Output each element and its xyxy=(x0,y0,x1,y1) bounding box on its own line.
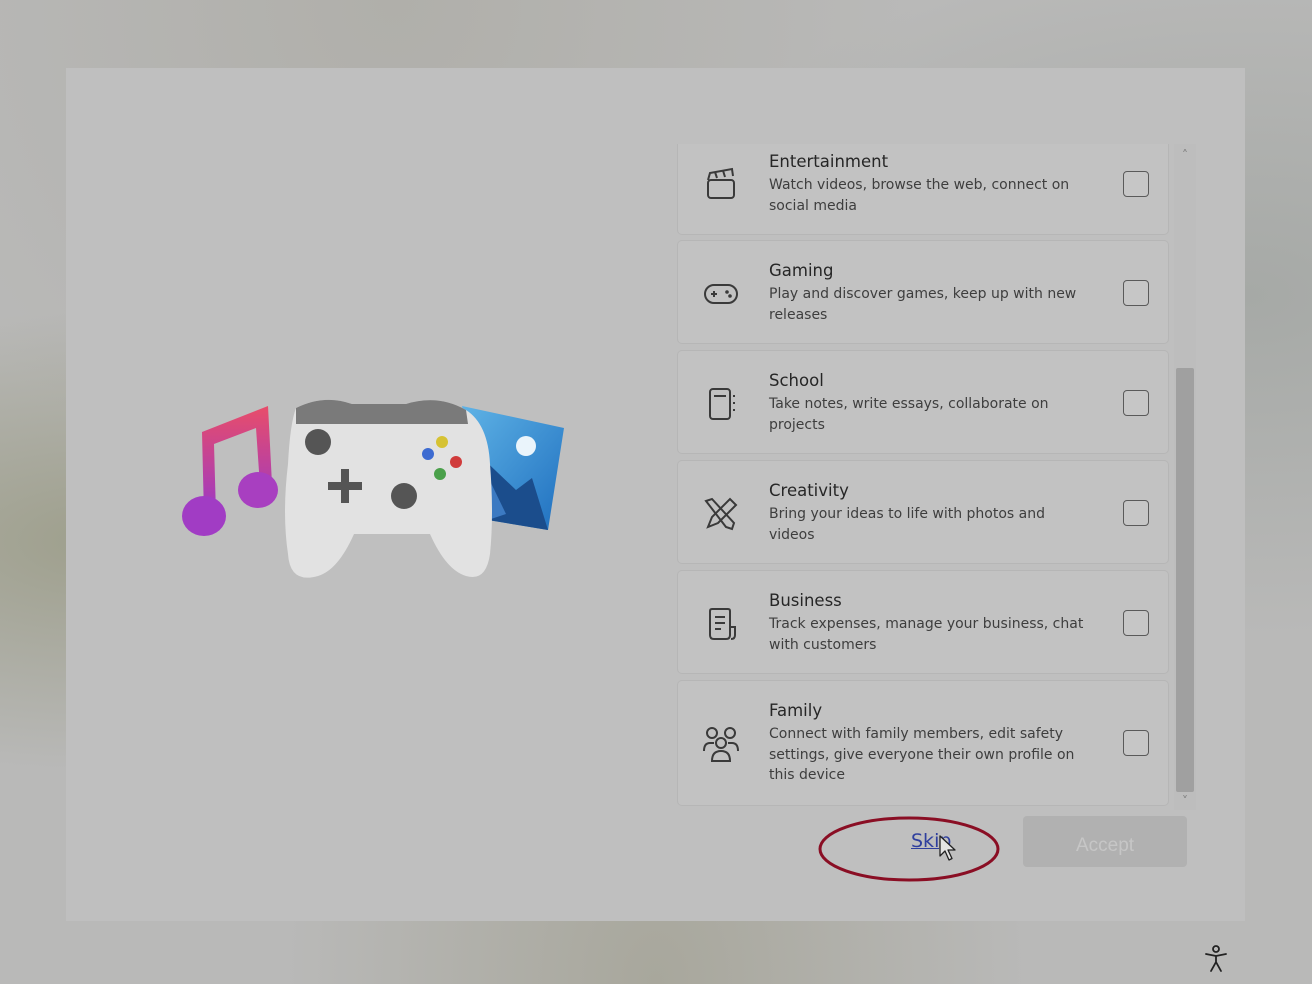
category-card-family[interactable]: Family Connect with family members, edit… xyxy=(677,680,1169,806)
controller-icon xyxy=(285,399,492,578)
category-title: Gaming xyxy=(769,261,834,280)
category-title: Business xyxy=(769,591,842,610)
gamepad-icon xyxy=(704,284,738,304)
category-card-creativity[interactable]: Creativity Bring your ideas to life with… xyxy=(677,460,1169,564)
category-checkbox[interactable] xyxy=(1123,171,1149,197)
category-title: School xyxy=(769,371,824,390)
scroll-down-arrow-icon[interactable]: ˅ xyxy=(1176,792,1194,810)
category-checkbox[interactable] xyxy=(1123,730,1149,756)
notebook-icon xyxy=(709,388,735,420)
category-card-business[interactable]: Business Track expenses, manage your bus… xyxy=(677,570,1169,674)
music-note-icon xyxy=(182,406,278,536)
category-description: Take notes, write essays, collaborate on… xyxy=(769,396,1049,433)
people-icon xyxy=(703,727,739,762)
accessibility-icon[interactable] xyxy=(1203,945,1229,973)
category-description: Play and discover games, keep up with ne… xyxy=(769,286,1077,323)
scroll-up-arrow-icon[interactable]: ˄ xyxy=(1176,146,1194,164)
category-checkbox[interactable] xyxy=(1123,500,1149,526)
category-title: Family xyxy=(769,701,823,720)
category-checkbox[interactable] xyxy=(1123,610,1149,636)
category-checkbox[interactable] xyxy=(1123,390,1149,416)
category-checkbox[interactable] xyxy=(1123,280,1149,306)
category-description: Watch videos, browse the web, connect on… xyxy=(769,177,1070,214)
highlight-annotation xyxy=(818,816,1000,882)
category-title: Creativity xyxy=(769,481,849,500)
category-description: Bring your ideas to life with photos and… xyxy=(769,506,1045,543)
category-description: Connect with family members, edit safety… xyxy=(769,726,1075,783)
category-card-entertainment[interactable]: Entertainment Watch videos, browse the w… xyxy=(677,144,1169,235)
scrollbar-thumb[interactable] xyxy=(1176,368,1194,792)
category-card-gaming[interactable]: Gaming Play and discover games, keep up … xyxy=(677,240,1169,344)
category-card-school[interactable]: School Take notes, write essays, collabo… xyxy=(677,350,1169,454)
category-title: Entertainment xyxy=(769,152,889,171)
clapperboard-icon xyxy=(707,167,735,199)
document-icon xyxy=(709,608,736,640)
accept-button[interactable]: Accept xyxy=(1023,816,1187,867)
pen-brush-icon xyxy=(704,497,738,531)
category-description: Track expenses, manage your business, ch… xyxy=(769,616,1084,653)
hero-illustration xyxy=(182,399,564,578)
mouse-cursor-icon xyxy=(939,835,956,861)
category-list: Entertainment Watch videos, browse the w… xyxy=(675,144,1197,810)
